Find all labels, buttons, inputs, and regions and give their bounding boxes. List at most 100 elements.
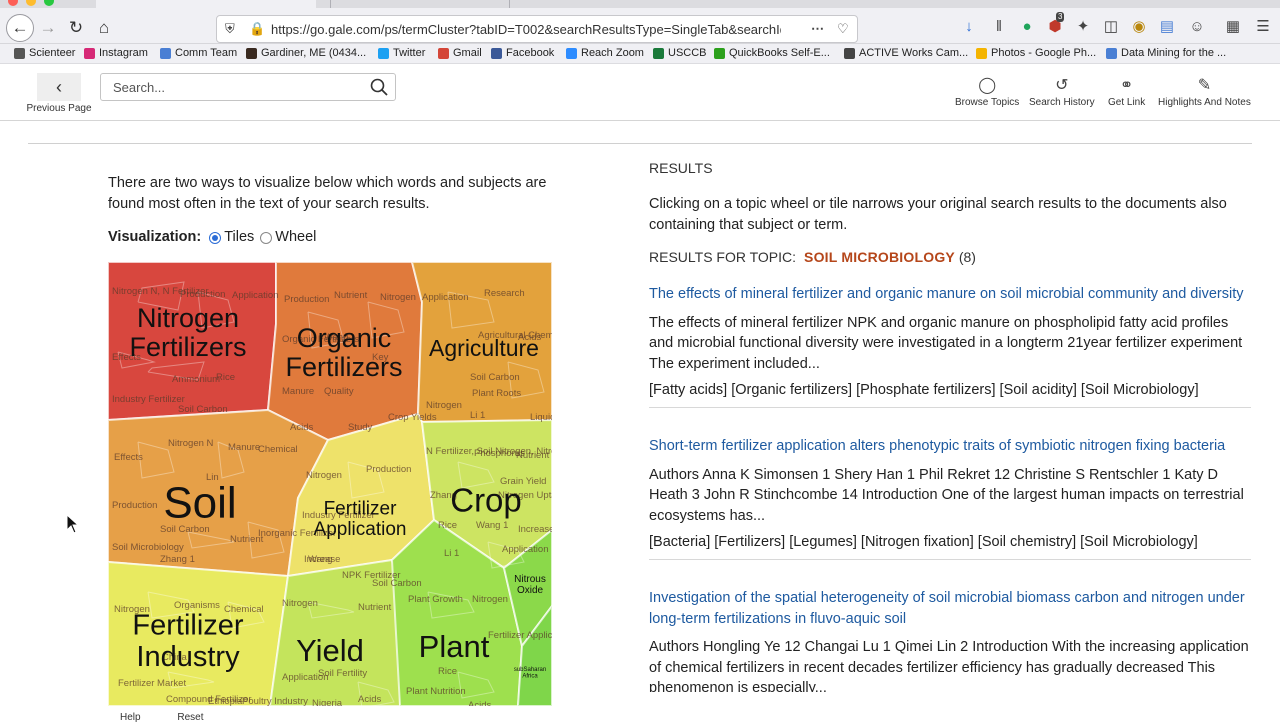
- library-icon[interactable]: ‖: [988, 16, 1010, 38]
- tile-term[interactable]: Production: [366, 464, 411, 475]
- tile-term[interactable]: Industry Fertilizer: [112, 394, 185, 405]
- document-icon[interactable]: ▤: [1156, 16, 1178, 38]
- tile-term[interactable]: Soil Carbon: [178, 404, 228, 415]
- extension-icon[interactable]: ◉: [1128, 16, 1150, 38]
- adblock-icon[interactable]: ⬢ 3: [1044, 12, 1066, 38]
- bookmark-item[interactable]: Gardiner, ME (0434...: [246, 47, 366, 59]
- reset-link[interactable]: Reset: [177, 712, 203, 723]
- active-tab[interactable]: [96, 0, 316, 8]
- bookmark-item[interactable]: Instagram: [84, 47, 148, 59]
- pocket-icon[interactable]: ♡: [837, 21, 849, 37]
- tile-term[interactable]: Production: [112, 500, 157, 511]
- tile-label[interactable]: Application: [314, 519, 407, 540]
- bookmark-item[interactable]: USCCB: [653, 47, 707, 59]
- tile-term[interactable]: Fertilizer Market: [118, 678, 186, 689]
- tile-term[interactable]: Study: [348, 422, 373, 433]
- tile-term[interactable]: Manure: [282, 386, 314, 397]
- tile-term[interactable]: Poultry Industry: [242, 696, 308, 706]
- get-link-button[interactable]: ⚭ Get Link: [1108, 75, 1145, 108]
- tracking-shield-icon[interactable]: ⛨: [225, 21, 235, 37]
- tile-term[interactable]: Plant Growth: [408, 594, 463, 605]
- help-link[interactable]: Help: [120, 712, 141, 723]
- tile-label[interactable]: Oxide: [517, 585, 544, 596]
- tile-term[interactable]: Effects: [114, 452, 143, 463]
- tile-label[interactable]: Industry: [136, 641, 240, 673]
- tile-term[interactable]: Plant Roots: [472, 388, 521, 399]
- sidebar-icon[interactable]: ◫: [1100, 16, 1122, 38]
- forward-arrow-icon[interactable]: →: [36, 16, 60, 40]
- wheel-radio[interactable]: [260, 232, 273, 244]
- tile-term[interactable]: Production: [180, 289, 225, 300]
- previous-page-button[interactable]: ‹ Previous Page: [22, 69, 96, 114]
- tile-term[interactable]: Acids: [290, 422, 313, 433]
- menu-icon[interactable]: ☰: [1252, 16, 1274, 38]
- tile-term[interactable]: Nitrogen: [306, 470, 342, 481]
- tile-term[interactable]: Soil Carbon: [470, 372, 520, 383]
- highlights-notes-button[interactable]: ✎ Highlights And Notes: [1158, 75, 1251, 108]
- topic-tiles[interactable]: Nitrogen N, N Fertilizer Production Applic…: [108, 262, 552, 706]
- tile-term[interactable]: Acids: [468, 700, 491, 706]
- tile-term[interactable]: Ammonium: [172, 374, 220, 385]
- tile-term[interactable]: Acids: [358, 694, 381, 705]
- wheel-radio-label[interactable]: Wheel: [275, 229, 316, 245]
- tile-term[interactable]: Application: [502, 544, 548, 555]
- tile-term[interactable]: Plant Nutrition: [406, 686, 466, 697]
- translate-icon[interactable]: ✦: [1072, 16, 1094, 38]
- bookmark-item[interactable]: Comm Team: [160, 47, 237, 59]
- tile-term[interactable]: Liquid: [530, 412, 552, 423]
- tile-term[interactable]: Ethiopia: [208, 696, 243, 706]
- search-icon[interactable]: [369, 77, 389, 97]
- bookmark-item[interactable]: Reach Zoom: [566, 47, 644, 59]
- tile-label[interactable]: Nitrous: [514, 574, 546, 585]
- tile-term[interactable]: Increase: [518, 524, 552, 535]
- tile-term[interactable]: Application: [232, 290, 278, 301]
- bookmark-item[interactable]: QuickBooks Self-E...: [714, 47, 830, 59]
- bookmark-item[interactable]: Twitter: [378, 47, 425, 59]
- tile-term[interactable]: Nitrogen: [282, 598, 318, 609]
- tile-term[interactable]: Increase: [304, 554, 340, 565]
- tile-term[interactable]: Application: [282, 672, 328, 683]
- tile-label[interactable]: Fertilizers: [129, 332, 246, 362]
- result-subjects[interactable]: [Bacteria] [Fertilizers] [Legumes] [Nitr…: [649, 532, 1253, 553]
- tile-label[interactable]: Soil: [163, 478, 236, 527]
- bookmark-item[interactable]: Scienteer: [14, 47, 75, 59]
- result-title-link[interactable]: Investigation of the spatial heterogenei…: [649, 588, 1253, 629]
- back-arrow-icon[interactable]: ←: [6, 14, 34, 42]
- reload-icon[interactable]: ↻: [64, 16, 88, 40]
- tile-term[interactable]: Wang 1: [476, 520, 508, 531]
- lock-icon[interactable]: 🔒: [249, 21, 265, 37]
- url-text[interactable]: https://go.gale.com/ps/termCluster?tabID…: [271, 22, 781, 37]
- bookmark-item[interactable]: Photos - Google Ph...: [976, 47, 1096, 59]
- tile-label[interactable]: Crop: [450, 482, 522, 519]
- tile-term[interactable]: Application: [422, 292, 468, 303]
- download-icon[interactable]: ↓: [958, 16, 980, 38]
- tile-label[interactable]: Plant: [419, 629, 490, 664]
- tile-term[interactable]: Nitrogen N: [168, 438, 214, 449]
- tile-term[interactable]: Nitrogen: [380, 292, 416, 303]
- tile-term[interactable]: Quality: [324, 386, 354, 397]
- home-icon[interactable]: ⌂: [92, 16, 116, 40]
- tile-term[interactable]: Nutrient: [334, 290, 368, 301]
- address-bar[interactable]: ⛨ 🔒 https://go.gale.com/ps/termCluster?t…: [216, 15, 858, 43]
- bookmark-item[interactable]: ACTIVE Works Cam...: [844, 47, 968, 59]
- search-input[interactable]: [113, 80, 353, 95]
- tile-label[interactable]: Africa: [522, 673, 538, 679]
- tile-term[interactable]: Li 1: [470, 410, 485, 421]
- bookmark-item[interactable]: Facebook: [491, 47, 554, 59]
- tile-term[interactable]: Li 1: [444, 548, 459, 559]
- tile-term[interactable]: Fertilizer Application: [488, 630, 552, 641]
- tile-term[interactable]: Soil Carbon: [372, 578, 422, 589]
- tile-term[interactable]: Nigeria: [312, 698, 343, 706]
- tile-term[interactable]: Production: [284, 294, 329, 305]
- tiles-radio-label[interactable]: Tiles: [224, 229, 254, 245]
- tile-term[interactable]: Research: [484, 288, 525, 299]
- tile-term[interactable]: Rice: [438, 666, 457, 677]
- search-box[interactable]: [100, 73, 396, 101]
- tiles-radio[interactable]: [209, 232, 222, 244]
- tile-label[interactable]: Fertilizers: [285, 352, 402, 382]
- tile-term[interactable]: Nutrient: [516, 450, 550, 461]
- topic-name[interactable]: SOIL MICROBIOLOGY: [804, 249, 955, 265]
- bookmark-item[interactable]: Data Mining for the ...: [1106, 47, 1226, 59]
- tile-label[interactable]: subSaharan: [514, 667, 546, 673]
- result-title-link[interactable]: The effects of mineral fertilizer and or…: [649, 284, 1253, 305]
